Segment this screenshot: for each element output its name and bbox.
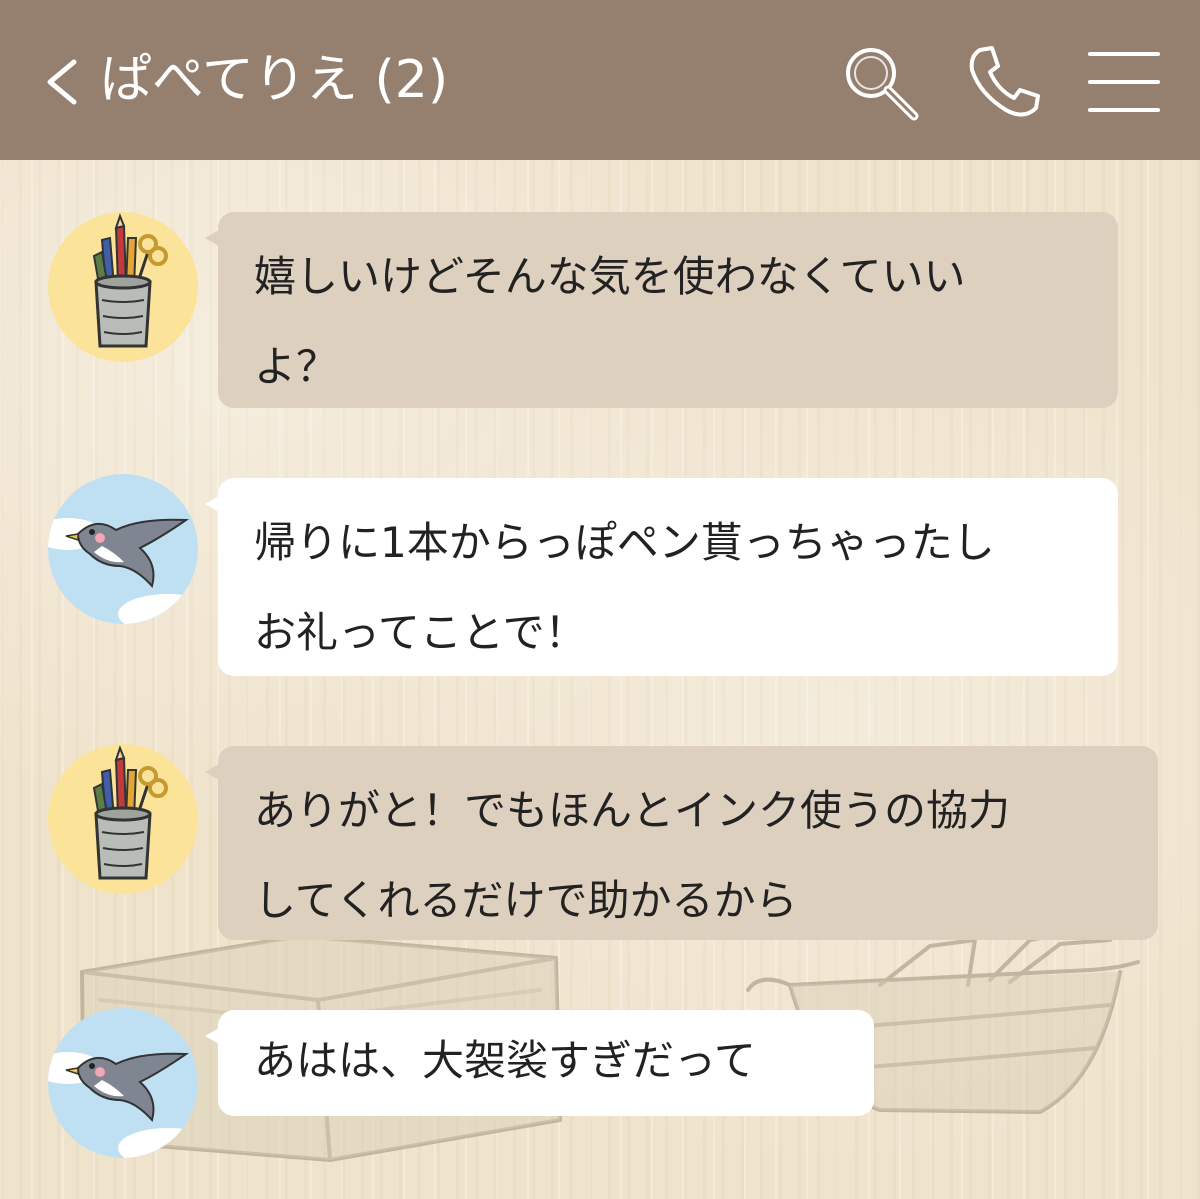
pencil-cup-avatar[interactable] [48,744,198,894]
pencil-cup-avatar[interactable] [48,212,198,362]
chat-header: ぱぺてりえ (2) [0,0,1200,160]
message-line: 嬉しいけどそんな気を使わなくていい [254,252,966,301]
swallow-avatar[interactable] [48,474,198,624]
chat-title: ぱぺてりえ (2) [100,50,449,110]
menu-icon[interactable] [1082,40,1166,124]
search-icon[interactable] [838,40,922,124]
message-line: あはは、大袈裟すぎだって [254,1036,756,1085]
phone-icon[interactable] [962,40,1046,124]
message-bubble: 嬉しいけどそんな気を使わなくていい よ？ [205,212,1118,408]
message-bubble: ありがと！でもほんとインク使うの協力 してくれるだけで助かるから [205,746,1158,940]
message-line: してくれるだけで助かるから [254,876,798,925]
message-line: 帰りに1本からっぽペン貰っちゃったし [254,518,995,567]
message-line: お礼ってことで！ [254,608,587,657]
chevron-left-icon[interactable] [40,56,84,108]
message-line: よ？ [254,342,339,391]
swallow-avatar[interactable] [48,1008,198,1158]
message-line: ありがと！でもほんとインク使うの協力 [254,786,1011,835]
message-bubble: あはは、大袈裟すぎだって [205,1010,874,1116]
message-bubble: 帰りに1本からっぽペン貰っちゃったし お礼ってことで！ [205,478,1118,676]
